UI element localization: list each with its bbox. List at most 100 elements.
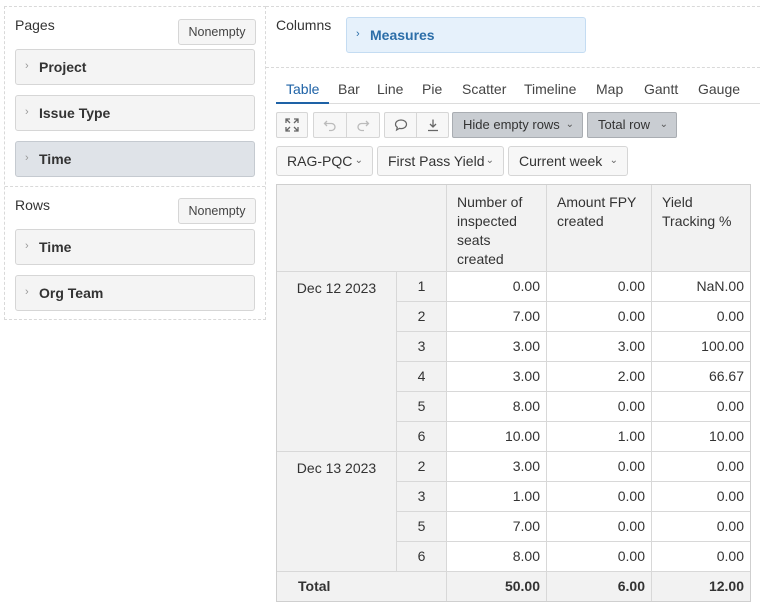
download-icon — [427, 119, 438, 132]
tab-gantt[interactable]: Gantt — [644, 81, 678, 97]
page-item-project[interactable]: › Project — [15, 49, 255, 85]
columns-section: Columns › Measures — [266, 6, 760, 68]
measures-chip[interactable]: › Measures — [346, 17, 586, 53]
chevron-right-icon: › — [25, 106, 29, 118]
table-cell: 0.00 — [652, 512, 750, 542]
active-tab-indicator — [276, 102, 329, 104]
row-header-num[interactable]: 6 — [397, 422, 447, 452]
row-header-num[interactable]: 5 — [397, 392, 447, 422]
page-item-label: Issue Type — [39, 105, 111, 121]
table-cell: 10.00 — [652, 422, 750, 452]
page-item-issue-type[interactable]: › Issue Type — [15, 95, 255, 131]
table-cell: 0.00 — [547, 542, 652, 572]
row-header-num[interactable]: 2 — [397, 452, 447, 482]
page-item-label: Project — [39, 59, 87, 75]
tab-bar[interactable]: Bar — [338, 81, 360, 97]
total-row-dropdown[interactable]: Total row ⌄ — [587, 112, 677, 138]
filter-label: Current week — [519, 153, 603, 169]
undo-button[interactable] — [313, 112, 347, 138]
row-header-date[interactable]: Dec 13 2023 — [277, 452, 397, 572]
comment-button[interactable] — [384, 112, 417, 138]
layout-panel: Pages Nonempty › Project › Issue Type › … — [4, 6, 266, 320]
view-tabs: Table Bar Line Pie Scatter Timeline Map … — [276, 76, 760, 104]
tab-scatter[interactable]: Scatter — [462, 81, 506, 97]
table-cell: 0.00 — [652, 542, 750, 572]
table-cell: 0.00 — [547, 482, 652, 512]
tab-table[interactable]: Table — [286, 81, 319, 97]
total-row-label: Total row — [598, 117, 651, 132]
filter-current-week[interactable]: Current week ⌄ — [508, 146, 628, 176]
table-cell: 0.00 — [652, 392, 750, 422]
chevron-right-icon: › — [25, 152, 29, 164]
chevron-down-icon: ⌄ — [354, 155, 363, 166]
filter-label: RAG-PQC — [287, 153, 353, 169]
chevron-right-icon: › — [356, 28, 360, 40]
rows-section: Rows Nonempty › Time › Org Team — [5, 187, 265, 319]
table-cell: 8.00 — [447, 392, 547, 422]
chevron-down-icon: ⌄ — [659, 119, 668, 130]
chevron-right-icon: › — [25, 240, 29, 252]
row-header-num[interactable]: 3 — [397, 482, 447, 512]
download-button[interactable] — [416, 112, 449, 138]
chevron-right-icon: › — [25, 286, 29, 298]
tab-timeline[interactable]: Timeline — [524, 81, 576, 97]
total-cell: 50.00 — [447, 572, 547, 601]
fullscreen-button[interactable] — [276, 112, 308, 138]
total-row-label: Total — [277, 572, 447, 601]
pages-title: Pages — [15, 17, 55, 33]
col-header-inspected-seats[interactable]: Number of inspected seats created — [447, 185, 547, 272]
table-cell: 66.67 — [652, 362, 750, 392]
table-cell: 0.00 — [547, 302, 652, 332]
rows-nonempty-button[interactable]: Nonempty — [178, 198, 256, 224]
row-header-num[interactable]: 5 — [397, 512, 447, 542]
row-header-date[interactable]: Dec 12 2023 — [277, 272, 397, 452]
row-item-time[interactable]: › Time — [15, 229, 255, 265]
tab-line[interactable]: Line — [377, 81, 403, 97]
col-header-yield-tracking[interactable]: Yield Tracking % — [652, 185, 750, 272]
row-header-num[interactable]: 1 — [397, 272, 447, 302]
row-header-num[interactable]: 3 — [397, 332, 447, 362]
tab-pie[interactable]: Pie — [422, 81, 442, 97]
row-item-label: Org Team — [39, 285, 104, 301]
table-cell: 1.00 — [547, 422, 652, 452]
row-item-org-team[interactable]: › Org Team — [15, 275, 255, 311]
measures-label: Measures — [370, 27, 435, 43]
filter-rag-pqc[interactable]: RAG-PQC ⌄ — [276, 146, 373, 176]
hide-empty-rows-label: Hide empty rows — [463, 117, 560, 132]
row-header-num[interactable]: 6 — [397, 542, 447, 572]
table-cell: 1.00 — [447, 482, 547, 512]
table-cell: 8.00 — [447, 542, 547, 572]
pages-nonempty-button[interactable]: Nonempty — [178, 19, 256, 45]
table-corner — [277, 185, 447, 272]
table-cell: 10.00 — [447, 422, 547, 452]
tab-map[interactable]: Map — [596, 81, 623, 97]
table-cell: 7.00 — [447, 512, 547, 542]
rows-title: Rows — [15, 197, 51, 213]
chevron-down-icon: ⌄ — [485, 155, 494, 166]
page-item-time[interactable]: › Time — [15, 141, 255, 177]
comment-icon — [394, 119, 407, 132]
table-cell: 3.00 — [447, 452, 547, 482]
data-table: Number of inspected seats created Amount… — [276, 184, 751, 602]
page-item-label: Time — [39, 151, 72, 167]
chevron-down-icon: ⌄ — [565, 119, 574, 130]
undo-icon — [323, 120, 336, 132]
filter-label: First Pass Yield — [388, 153, 485, 169]
filter-first-pass-yield[interactable]: First Pass Yield ⌄ — [377, 146, 504, 176]
chevron-right-icon: › — [25, 60, 29, 72]
table-cell: 0.00 — [547, 512, 652, 542]
tab-gauge[interactable]: Gauge — [698, 81, 740, 97]
fullscreen-icon — [285, 118, 299, 132]
redo-button[interactable] — [346, 112, 380, 138]
row-item-label: Time — [39, 239, 72, 255]
table-cell: NaN.00 — [652, 272, 750, 302]
row-header-num[interactable]: 2 — [397, 302, 447, 332]
col-header-amount-fpy[interactable]: Amount FPY created — [547, 185, 652, 272]
table-cell: 3.00 — [447, 362, 547, 392]
hide-empty-rows-dropdown[interactable]: Hide empty rows ⌄ — [452, 112, 583, 138]
chevron-down-icon: ⌄ — [609, 155, 618, 166]
table-cell: 3.00 — [547, 332, 652, 362]
table-cell: 0.00 — [652, 452, 750, 482]
row-header-num[interactable]: 4 — [397, 362, 447, 392]
table-cell: 0.00 — [547, 272, 652, 302]
